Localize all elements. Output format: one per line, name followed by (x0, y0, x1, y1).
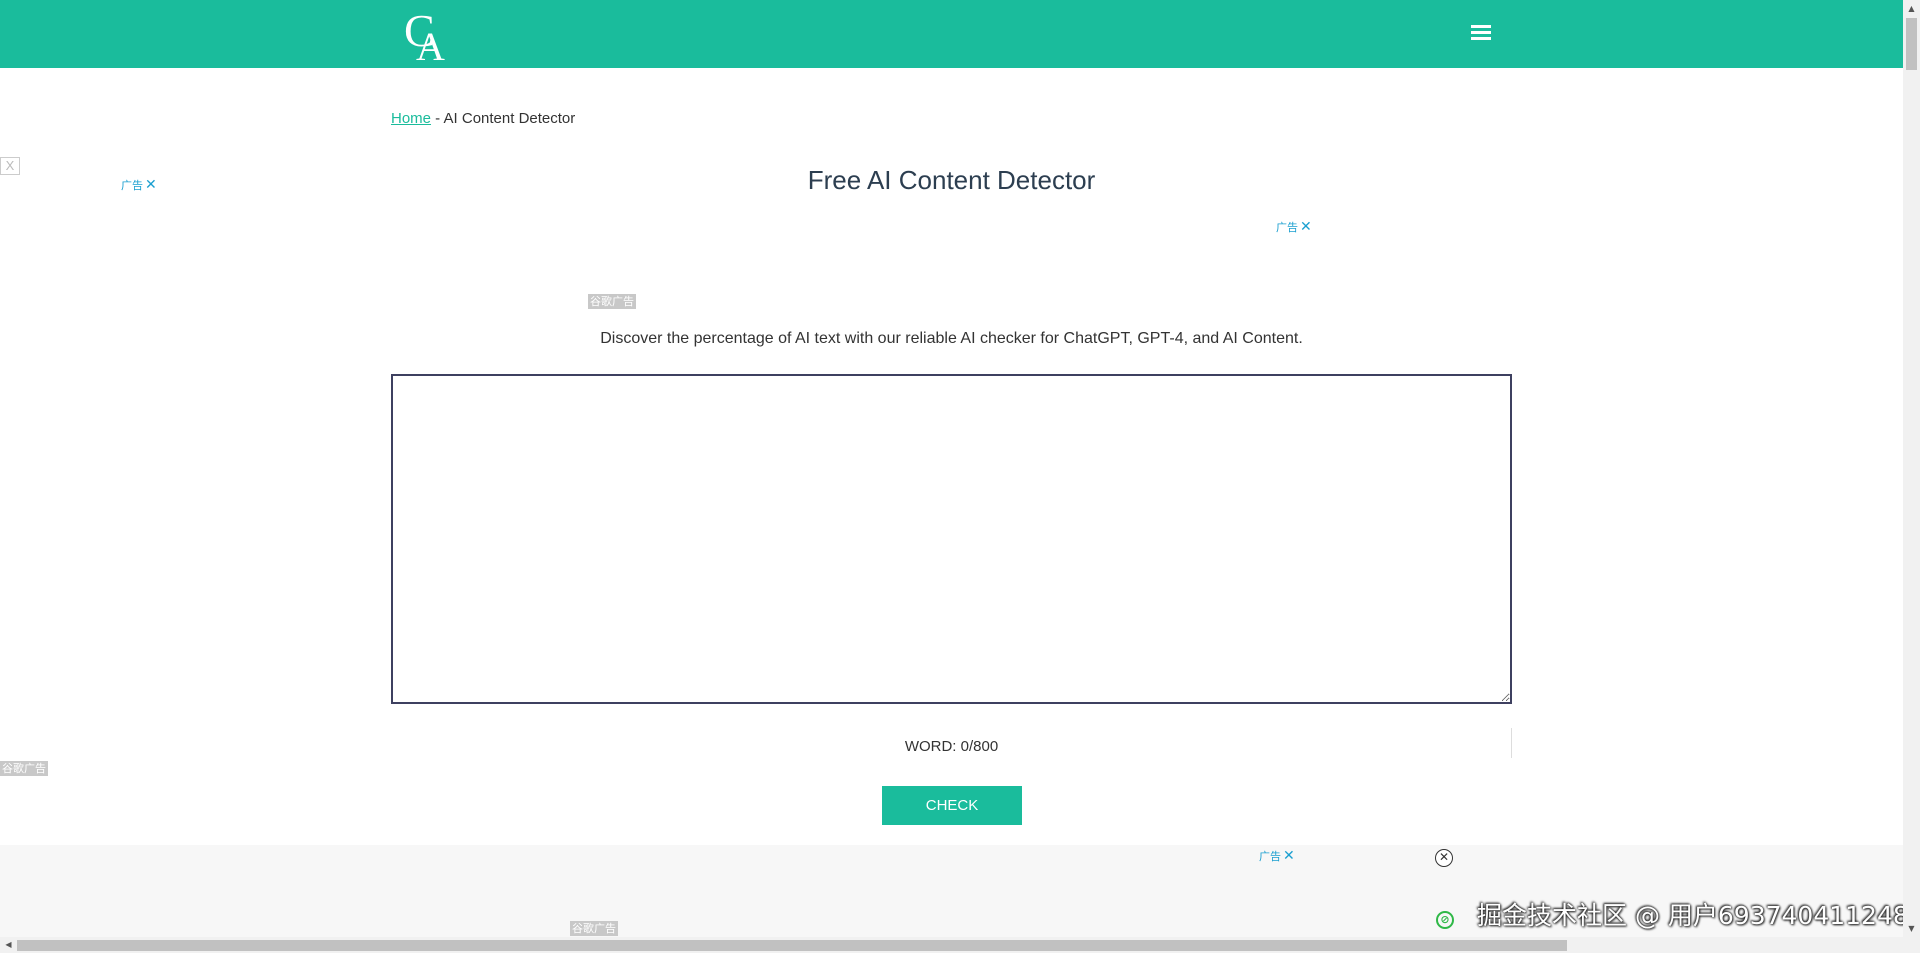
horizontal-scrollbar-thumb[interactable] (17, 940, 1567, 951)
page-title: Free AI Content Detector (805, 165, 1097, 196)
breadcrumb-separator: - (431, 110, 444, 127)
scroll-left-arrow-icon[interactable]: ◀ (0, 937, 17, 953)
google-ad-label[interactable]: 谷歌广告 (570, 921, 618, 936)
breadcrumb: Home - AI Content Detector (391, 110, 575, 127)
close-icon[interactable]: ✕ (1283, 848, 1295, 864)
word-count: WORD: 0/800 (904, 738, 999, 755)
page-title-wrap: Free AI Content Detector (0, 165, 1903, 196)
scroll-down-arrow-icon[interactable]: ▼ (1903, 920, 1920, 937)
vertical-scrollbar-thumb[interactable] (1906, 18, 1917, 70)
ad-tag-label: 广告 (1276, 221, 1298, 234)
ad-tag-right[interactable]: 广告 ✕ (1276, 219, 1312, 235)
content-textarea[interactable] (391, 374, 1512, 704)
green-circle-icon[interactable]: ⊘ (1436, 911, 1454, 929)
check-button[interactable]: CHECK (882, 786, 1022, 825)
close-circle-icon[interactable]: ✕ (1435, 849, 1453, 867)
vertical-scrollbar[interactable] (1903, 0, 1920, 937)
scroll-up-arrow-icon[interactable]: ▲ (1903, 0, 1920, 17)
site-header: C A (0, 0, 1903, 68)
google-ad-label[interactable]: 谷歌广告 (0, 761, 48, 776)
page-subtitle: Discover the percentage of AI text with … (600, 330, 1303, 347)
google-ad-label[interactable]: 谷歌广告 (588, 294, 636, 309)
watermark-text: 掘金技术社区 @ 用户6937404112488 (1477, 901, 1920, 930)
ad-tag-label: 广告 (1259, 850, 1281, 863)
ad-tag-bottom[interactable]: 广告 ✕ (1259, 848, 1295, 864)
site-logo[interactable]: C A (400, 6, 452, 62)
close-icon[interactable]: ✕ (1300, 219, 1312, 235)
breadcrumb-current: AI Content Detector (443, 110, 576, 127)
svg-text:A: A (416, 24, 445, 62)
hamburger-menu-icon[interactable] (1471, 25, 1491, 41)
breadcrumb-home-link[interactable]: Home (391, 110, 431, 127)
